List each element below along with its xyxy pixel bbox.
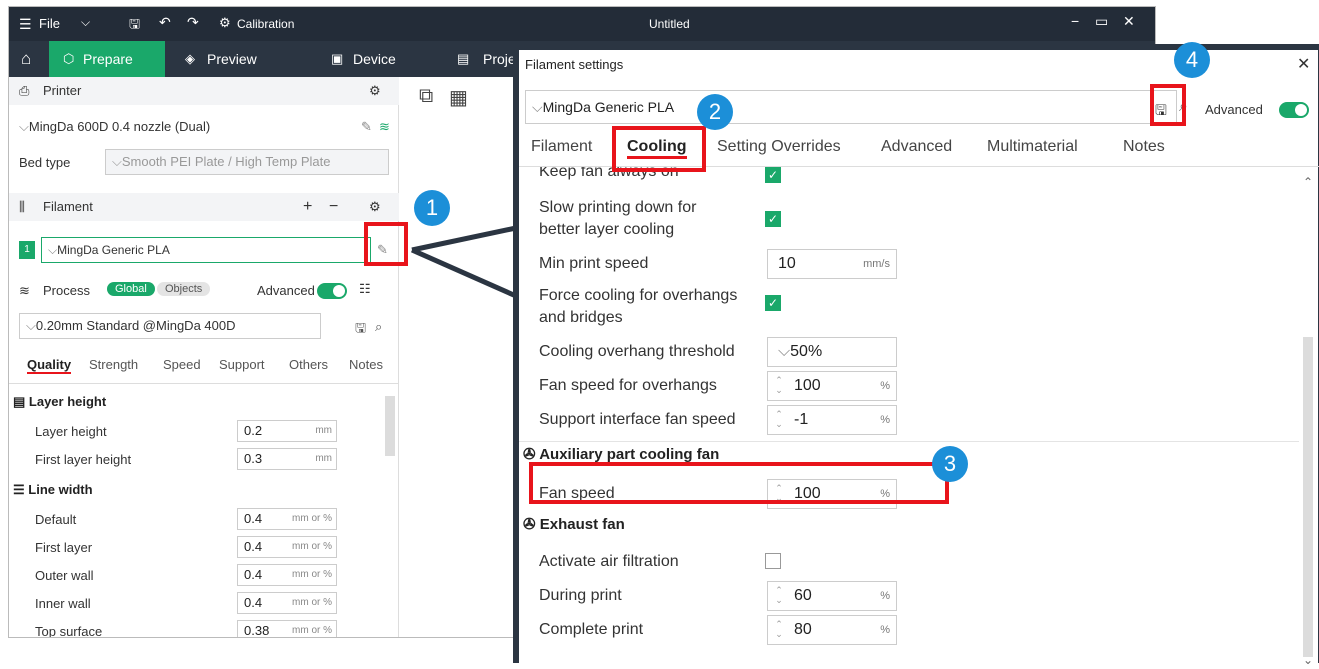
fan-overhang-label: Fan speed for overhangs	[539, 377, 717, 394]
slow-print-label-1: Slow printing down for	[539, 199, 697, 216]
tab-multimaterial[interactable]: Multimaterial	[987, 138, 1078, 156]
keep-fan-checkbox[interactable]: ✓	[765, 167, 781, 183]
support-fan-label: Support interface fan speed	[539, 411, 736, 428]
scroll-down-icon[interactable]: ⌄	[1303, 653, 1313, 667]
min-speed-label: Min print speed	[539, 255, 649, 272]
complete-print-label: Complete print	[539, 621, 644, 638]
scrollbar[interactable]	[1303, 337, 1313, 657]
filament-preset-select[interactable]: ⌵MingDa Generic PLA	[525, 90, 1177, 124]
tab-advanced[interactable]: Advanced	[881, 138, 952, 156]
fan-icon: ✇	[523, 446, 536, 463]
tab-setting-overrides[interactable]: Setting Overrides	[717, 138, 841, 156]
chevron-down-icon: ⌵	[778, 343, 791, 360]
spinner-icon[interactable]: ⌃ ⌄	[772, 585, 786, 607]
highlight-cooling-tab	[612, 126, 706, 172]
fan-icon: ✇	[523, 516, 536, 533]
tab-filament[interactable]: Filament	[531, 138, 592, 156]
tab-notes[interactable]: Notes	[1123, 138, 1165, 156]
complete-print-input[interactable]: ⌃ ⌄ 80%	[767, 615, 897, 645]
during-print-input[interactable]: ⌃ ⌄ 60%	[767, 581, 897, 611]
slow-print-checkbox[interactable]: ✓	[765, 211, 781, 227]
support-fan-input[interactable]: ⌃ ⌄ -1%	[767, 405, 897, 435]
force-cool-label-1: Force cooling for overhangs	[539, 287, 738, 304]
callout-1: 1	[414, 190, 450, 226]
callout-3: 3	[932, 446, 968, 482]
air-filter-label: Activate air filtration	[539, 553, 679, 570]
fan-overhang-input[interactable]: ⌃ ⌄ 100%	[767, 371, 897, 401]
aux-fan-group-title: ✇ Auxiliary part cooling fan	[523, 446, 720, 463]
highlight-save-preset	[1150, 84, 1186, 126]
callout-2: 2	[697, 94, 733, 130]
scroll-up-icon[interactable]: ⌃	[1303, 175, 1313, 189]
divider	[519, 441, 1299, 442]
advanced-toggle[interactable]	[1279, 102, 1309, 118]
close-icon[interactable]: ✕	[1297, 54, 1310, 74]
highlight-filament-edit	[364, 222, 408, 266]
overhang-threshold-select[interactable]: ⌵50%	[767, 337, 897, 367]
force-cool-checkbox[interactable]: ✓	[765, 295, 781, 311]
chevron-down-icon: ⌵	[532, 99, 543, 115]
exhaust-fan-group-title: ✇ Exhaust fan	[523, 516, 625, 533]
overhang-threshold-label: Cooling overhang threshold	[539, 343, 735, 360]
force-cool-label-2: and bridges	[539, 309, 623, 326]
spinner-icon[interactable]: ⌃ ⌄	[772, 375, 786, 397]
highlight-fan-speed	[529, 462, 949, 504]
during-print-label: During print	[539, 587, 622, 604]
callout-4: 4	[1174, 42, 1210, 78]
min-speed-input[interactable]: 10 mm/s	[767, 249, 897, 279]
slow-print-label-2: better layer cooling	[539, 221, 675, 238]
spinner-icon[interactable]: ⌃ ⌄	[772, 619, 786, 641]
advanced-label: Advanced	[1205, 102, 1263, 117]
air-filter-checkbox[interactable]	[765, 553, 781, 569]
cooling-settings: ⌃ Keep fan always on ✓ Slow printing dow…	[519, 166, 1319, 669]
spinner-icon[interactable]: ⌃ ⌄	[772, 409, 786, 431]
